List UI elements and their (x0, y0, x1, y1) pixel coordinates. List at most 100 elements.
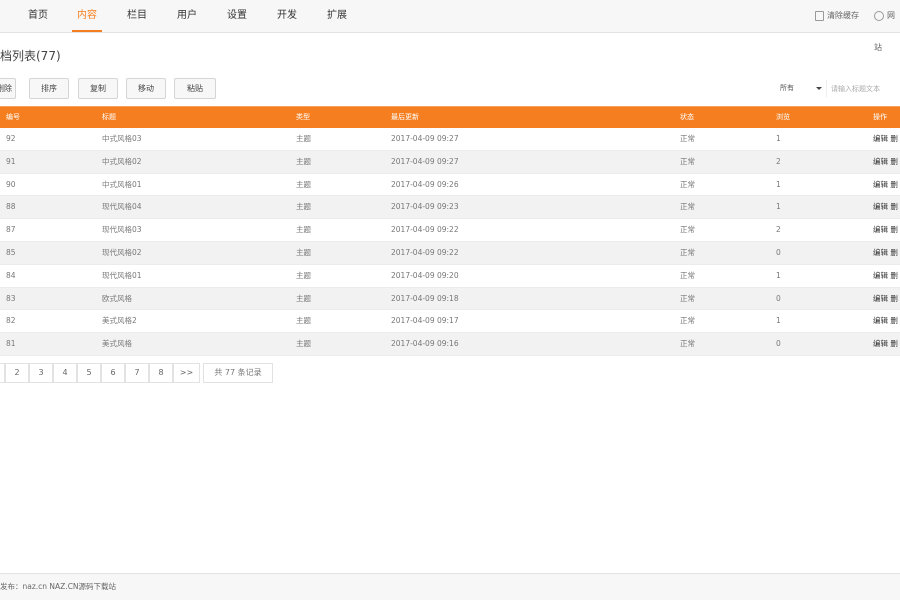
article-table: 编号 标题 类型 最后更新 状态 浏览 操作 92 中式风格03 主题 2017… (0, 106, 900, 356)
top-navbar: 首页 内容 栏目 用户 设置 开发 扩展 清除缓存 网站 (0, 0, 900, 52)
cell-updated: 2017-04-09 09:27 (391, 156, 459, 166)
page-title: 档列表(77) (0, 49, 61, 63)
search-input[interactable] (826, 80, 900, 97)
cell-title[interactable]: 中式风格01 (102, 174, 142, 196)
col-header-actions: 操作 (873, 113, 887, 121)
cell-actions[interactable]: 编辑 删 (873, 288, 898, 310)
page-3-button[interactable]: 3 (29, 363, 53, 383)
cell-updated: 2017-04-09 09:27 (391, 134, 459, 143)
cell-title[interactable]: 现代风格02 (102, 242, 142, 264)
page-8-button[interactable]: 8 (149, 363, 173, 383)
cell-updated: 2017-04-09 09:22 (391, 247, 459, 257)
delete-button[interactable]: 删除 (0, 78, 16, 99)
cell-title[interactable]: 中式风格03 (102, 128, 142, 150)
cell-id: 85 (6, 247, 16, 257)
col-header-updated[interactable]: 最后更新 (391, 107, 419, 128)
category-filter-select[interactable]: 所有 (774, 80, 826, 97)
cell-id: 87 (6, 225, 16, 235)
cell-actions[interactable]: 编辑 删 (873, 151, 898, 173)
nav-item-columns[interactable]: 栏目 (123, 0, 151, 32)
col-header-status[interactable]: 状态 (680, 107, 694, 128)
category-filter-value: 所有 (780, 84, 794, 92)
nav-item-users[interactable]: 用户 (173, 0, 201, 32)
cell-views: 1 (776, 179, 781, 189)
page-6-button[interactable]: 6 (101, 363, 125, 383)
cell-title[interactable]: 现代风格03 (102, 219, 142, 241)
table-row[interactable]: 92 中式风格03 主题 2017-04-09 09:27 正常 1 编辑 删 (0, 128, 900, 151)
record-count: 共 77 条记录 (203, 363, 273, 383)
cell-title[interactable]: 现代风格04 (102, 196, 142, 218)
nav-item-extend[interactable]: 扩展 (323, 0, 351, 32)
cell-title[interactable]: 现代风格01 (102, 265, 142, 287)
table-row[interactable]: 88 现代风格04 主题 2017-04-09 09:23 正常 1 编辑 删 (0, 196, 900, 220)
next-page-button[interactable]: >> (173, 363, 200, 383)
cell-actions[interactable]: 编辑 删 (873, 128, 898, 150)
footer: 发布：naz.cn NAZ.CN源码下载站 (0, 573, 900, 600)
caret-down-icon (816, 87, 822, 90)
table-row[interactable]: 87 现代风格03 主题 2017-04-09 09:22 正常 2 编辑 删 (0, 219, 900, 242)
cell-actions[interactable]: 编辑 删 (873, 196, 898, 218)
page-7-button[interactable]: 7 (125, 363, 149, 383)
cell-updated: 2017-04-09 09:16 (391, 339, 459, 349)
table-row[interactable]: 84 现代风格01 主题 2017-04-09 09:20 正常 1 编辑 删 (0, 265, 900, 288)
cell-type: 主题 (296, 293, 311, 303)
sort-button[interactable]: 排序 (29, 78, 69, 99)
site-link[interactable]: 网站 (874, 0, 900, 52)
cell-title[interactable]: 欧式风格 (102, 288, 132, 310)
cell-views: 0 (776, 247, 781, 257)
cell-updated: 2017-04-09 09:23 (391, 202, 459, 212)
cell-status: 正常 (680, 202, 695, 212)
cell-title[interactable]: 中式风格02 (102, 151, 142, 173)
nav-item-settings[interactable]: 设置 (223, 0, 251, 32)
move-button[interactable]: 移动 (126, 78, 166, 99)
cell-title[interactable]: 美式风格2 (102, 310, 137, 332)
cell-id: 81 (6, 339, 16, 349)
cell-type: 主题 (296, 156, 311, 166)
cell-actions[interactable]: 编辑 删 (873, 242, 898, 264)
paste-button[interactable]: 粘贴 (174, 78, 216, 99)
page-4-button[interactable]: 4 (53, 363, 77, 383)
table-body: 92 中式风格03 主题 2017-04-09 09:27 正常 1 编辑 删 … (0, 128, 900, 356)
cell-views: 2 (776, 156, 781, 166)
table-row[interactable]: 83 欧式风格 主题 2017-04-09 09:18 正常 0 编辑 删 (0, 287, 900, 311)
cell-type: 主题 (296, 179, 311, 189)
cell-id: 90 (6, 179, 16, 189)
page-2-button[interactable]: 2 (5, 363, 29, 383)
cell-status: 正常 (680, 247, 695, 257)
col-header-title[interactable]: 标题 (102, 107, 116, 128)
cell-actions[interactable]: 编辑 删 (873, 219, 898, 241)
trash-icon (815, 10, 824, 21)
clear-cache-link[interactable]: 清除缓存 (815, 0, 859, 32)
cell-views: 0 (776, 293, 781, 303)
cell-status: 正常 (680, 156, 695, 166)
cell-status: 正常 (680, 339, 695, 349)
cell-type: 主题 (296, 247, 311, 257)
cell-actions[interactable]: 编辑 删 (873, 174, 898, 196)
cell-id: 92 (6, 134, 16, 143)
cell-actions[interactable]: 编辑 删 (873, 310, 898, 332)
col-header-id[interactable]: 编号 (6, 107, 20, 128)
cell-status: 正常 (680, 225, 695, 235)
cell-views: 0 (776, 339, 781, 349)
cell-actions[interactable]: 编辑 删 (873, 333, 898, 355)
cell-actions[interactable]: 编辑 删 (873, 265, 898, 287)
col-header-type[interactable]: 类型 (296, 107, 310, 128)
nav-item-home[interactable]: 首页 (24, 0, 52, 32)
cell-type: 主题 (296, 225, 311, 235)
table-row[interactable]: 90 中式风格01 主题 2017-04-09 09:26 正常 1 编辑 删 (0, 174, 900, 197)
table-row[interactable]: 81 美式风格 主题 2017-04-09 09:16 正常 0 编辑 删 (0, 333, 900, 356)
table-row[interactable]: 85 现代风格02 主题 2017-04-09 09:22 正常 0 编辑 删 (0, 241, 900, 265)
table-row[interactable]: 91 中式风格02 主题 2017-04-09 09:27 正常 2 编辑 删 (0, 150, 900, 174)
cell-status: 正常 (680, 134, 695, 143)
copy-button[interactable]: 复制 (78, 78, 118, 99)
cell-id: 91 (6, 156, 16, 166)
nav-item-develop[interactable]: 开发 (273, 0, 301, 32)
table-row[interactable]: 82 美式风格2 主题 2017-04-09 09:17 正常 1 编辑 删 (0, 310, 900, 334)
cell-type: 主题 (296, 270, 311, 280)
cell-title[interactable]: 美式风格 (102, 333, 132, 355)
cell-status: 正常 (680, 293, 695, 303)
col-header-views[interactable]: 浏览 (776, 107, 790, 128)
nav-item-content[interactable]: 内容 (72, 0, 102, 32)
page-5-button[interactable]: 5 (77, 363, 101, 383)
cell-id: 88 (6, 202, 16, 212)
